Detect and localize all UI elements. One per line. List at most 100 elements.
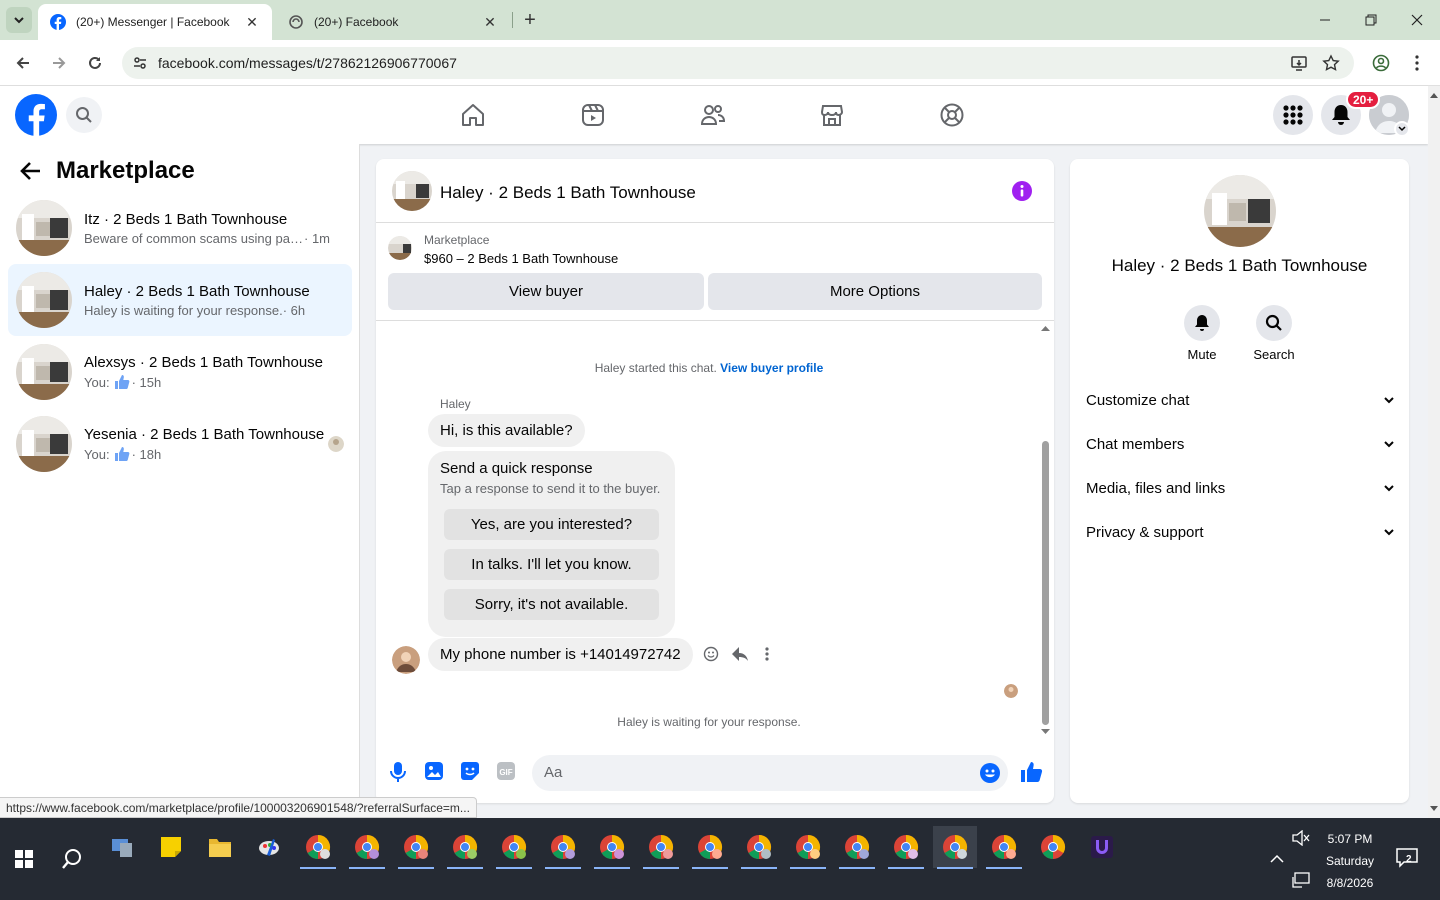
taskbar-app-sticky-notes[interactable]: [149, 826, 193, 868]
taskbar-chrome-window[interactable]: [982, 826, 1026, 869]
taskbar-app-computer[interactable]: [100, 826, 144, 868]
section-chat-members[interactable]: Chat members: [1086, 422, 1394, 466]
start-button[interactable]: [2, 838, 46, 880]
quick-reply-button[interactable]: Yes, are you interested?: [444, 509, 659, 540]
scroll-down-icon[interactable]: [1041, 729, 1050, 735]
tab-messenger[interactable]: (20+) Messenger | Facebook ✕: [38, 4, 272, 40]
mute-action[interactable]: Mute: [1172, 305, 1232, 362]
emoji-icon[interactable]: [980, 763, 1000, 783]
address-bar[interactable]: facebook.com/messages/t/2786212690677006…: [122, 47, 1354, 79]
taskbar-chrome-window[interactable]: [394, 826, 438, 869]
back-button[interactable]: [16, 156, 46, 186]
speaker-muted-icon[interactable]: [1292, 830, 1310, 846]
reply-icon[interactable]: [731, 646, 749, 662]
conversation-item[interactable]: Yesenia · 2 Beds 1 Bath Townhouse You: ·…: [8, 408, 352, 480]
taskbar-chrome-window[interactable]: [590, 826, 634, 869]
taskbar-chrome-window[interactable]: [737, 826, 781, 869]
facebook-search-button[interactable]: [66, 97, 102, 133]
message-input[interactable]: Aa: [532, 755, 1008, 791]
microphone-icon[interactable]: [390, 761, 406, 783]
nav-friends[interactable]: [698, 100, 728, 130]
close-tab-icon[interactable]: ✕: [482, 14, 498, 30]
scroll-up-icon[interactable]: [1041, 325, 1050, 331]
view-buyer-profile-link[interactable]: View buyer profile: [720, 361, 823, 375]
taskbar-app-file-explorer[interactable]: [198, 826, 242, 868]
site-info-icon[interactable]: [132, 55, 148, 71]
conversation-item[interactable]: Itz · 2 Beds 1 Bath Townhouse Beware of …: [8, 192, 352, 264]
nav-home[interactable]: [458, 100, 488, 130]
taskbar-chrome-window[interactable]: [688, 826, 732, 869]
taskbar-search-button[interactable]: [50, 838, 94, 880]
gif-icon[interactable]: GIF: [496, 761, 516, 781]
taskbar-chrome-window-active[interactable]: [933, 826, 977, 869]
chat-title[interactable]: Haley · 2 Beds 1 Bath Townhouse: [440, 183, 696, 203]
more-vertical-icon[interactable]: [765, 646, 769, 662]
tab-facebook[interactable]: (20+) Facebook ✕: [276, 4, 510, 40]
bookmark-star-icon[interactable]: [1322, 54, 1340, 72]
nav-video[interactable]: [578, 100, 608, 130]
taskbar-chrome-window[interactable]: [835, 826, 879, 869]
sticker-icon[interactable]: [460, 761, 480, 781]
taskbar-chrome-window[interactable]: [639, 826, 683, 869]
taskbar-chrome-window[interactable]: [492, 826, 536, 869]
browser-menu-button[interactable]: [1404, 50, 1430, 76]
close-window-button[interactable]: [1394, 0, 1440, 40]
network-icon[interactable]: [1292, 872, 1310, 888]
message-bubble[interactable]: Hi, is this available?: [428, 414, 585, 447]
close-tab-icon[interactable]: ✕: [244, 14, 260, 30]
menu-button[interactable]: [1273, 95, 1313, 135]
minimize-icon: [1320, 19, 1330, 21]
chat-avatar[interactable]: [392, 171, 432, 211]
reload-button[interactable]: [82, 50, 108, 76]
install-app-icon[interactable]: [1290, 54, 1308, 72]
forward-button[interactable]: [46, 50, 72, 76]
info-icon[interactable]: [1012, 181, 1032, 201]
listing-thumbnail: [16, 344, 72, 400]
minimize-button[interactable]: [1302, 0, 1348, 40]
facebook-logo-icon[interactable]: [15, 94, 57, 136]
section-media-files-links[interactable]: Media, files and links: [1086, 466, 1394, 510]
tab-search-dropdown[interactable]: [6, 7, 32, 33]
taskbar-chrome-window[interactable]: [443, 826, 487, 869]
taskbar-chrome-window[interactable]: [786, 826, 830, 869]
taskbar-chrome-window[interactable]: [884, 826, 928, 869]
quick-reply-button[interactable]: In talks. I'll let you know.: [444, 549, 659, 580]
quick-reply-button[interactable]: Sorry, it's not available.: [444, 589, 659, 620]
scroll-down-icon[interactable]: [1430, 806, 1438, 812]
scroll-up-icon[interactable]: [1430, 92, 1438, 98]
section-privacy-support[interactable]: Privacy & support: [1086, 510, 1394, 554]
restore-button[interactable]: [1348, 0, 1394, 40]
listing-title[interactable]: $960 – 2 Beds 1 Bath Townhouse: [424, 251, 618, 266]
nav-marketplace[interactable]: [817, 100, 847, 130]
conversation-item-selected[interactable]: Haley · 2 Beds 1 Bath Townhouse Haley is…: [8, 264, 352, 336]
profile-button[interactable]: [1368, 50, 1394, 76]
system-clock[interactable]: 5:07 PM Saturday 8/8/2026: [1318, 828, 1382, 894]
taskbar-app-paint[interactable]: [247, 826, 291, 868]
react-emoji-icon[interactable]: [703, 646, 719, 662]
taskbar-app-purple[interactable]: [1080, 826, 1124, 868]
taskbar-chrome-window[interactable]: [296, 826, 340, 869]
action-center-button[interactable]: 2: [1396, 848, 1420, 872]
sender-avatar[interactable]: [392, 646, 420, 674]
search-action[interactable]: Search: [1244, 305, 1304, 362]
new-tab-button[interactable]: +: [518, 8, 542, 32]
view-buyer-button[interactable]: View buyer: [388, 273, 704, 310]
account-dropdown-badge[interactable]: [1394, 121, 1410, 137]
chat-scrollbar[interactable]: [1040, 321, 1052, 741]
conversation-item[interactable]: Alexsys · 2 Beds 1 Bath Townhouse You: ·…: [8, 336, 352, 408]
show-hidden-icons-icon[interactable]: [1270, 854, 1284, 864]
section-customize-chat[interactable]: Customize chat: [1086, 378, 1394, 422]
taskbar-chrome-window[interactable]: [541, 826, 585, 869]
chat-scrollbar-thumb[interactable]: [1042, 441, 1049, 725]
search-icon: [1265, 314, 1282, 331]
taskbar-chrome-window[interactable]: [345, 826, 389, 869]
nav-gaming[interactable]: [937, 100, 967, 130]
more-options-button[interactable]: More Options: [708, 273, 1042, 310]
taskbar-chrome[interactable]: [1031, 826, 1075, 868]
photo-icon[interactable]: [424, 761, 444, 781]
message-bubble[interactable]: My phone number is +14014972742: [428, 638, 693, 671]
back-button[interactable]: [10, 50, 36, 76]
profile-avatar[interactable]: [1204, 175, 1276, 247]
thumbs-up-send-icon[interactable]: [1020, 761, 1044, 783]
page-scrollbar[interactable]: [1428, 86, 1440, 818]
